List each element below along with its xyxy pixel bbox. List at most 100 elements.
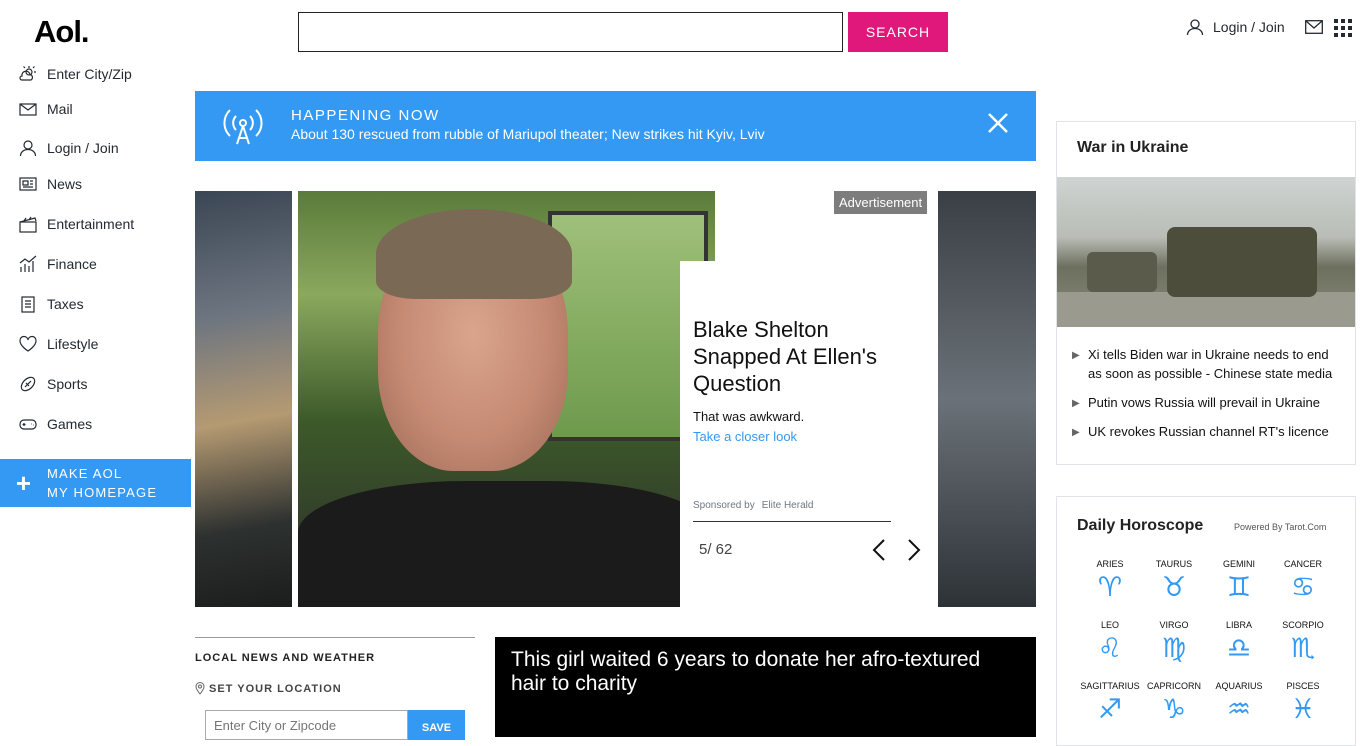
set-location-link[interactable]: SET YOUR LOCATION xyxy=(195,682,342,695)
ukraine-card-title[interactable]: War in Ukraine xyxy=(1077,139,1188,157)
slide-caption-card: Blake Shelton Snapped At Ellen's Questio… xyxy=(680,261,938,607)
previous-slide-image[interactable] xyxy=(195,191,292,607)
scorpio-icon: ♏ xyxy=(1290,633,1316,664)
sidebar-item-taxes[interactable]: Taxes xyxy=(19,293,84,315)
ukraine-headline[interactable]: ▶ Putin vows Russia will prevail in Ukra… xyxy=(1072,393,1343,413)
taurus-icon: ♉ xyxy=(1161,572,1187,603)
sidebar-item-news[interactable]: News xyxy=(19,173,82,195)
banner-headline[interactable]: About 130 rescued from rubble of Mariupo… xyxy=(291,126,765,142)
header-login-link[interactable]: Login / Join xyxy=(1186,18,1285,36)
zodiac-label: GEMINI xyxy=(1222,559,1255,569)
make-homepage-button[interactable]: + MAKE AOL MY HOMEPAGE xyxy=(0,459,191,507)
video-player[interactable]: This girl waited 6 years to donate her a… xyxy=(495,637,1036,737)
sidebar-item-label: Entertainment xyxy=(47,216,135,232)
divider xyxy=(693,521,891,522)
zodiac-cancer[interactable]: CANCER ♋ xyxy=(1269,559,1337,603)
image-road xyxy=(1057,292,1355,327)
news-icon xyxy=(19,177,37,191)
zodiac-label: CANCER xyxy=(1283,559,1322,569)
aries-icon: ♈ xyxy=(1097,572,1123,603)
search-button[interactable]: SEARCH xyxy=(848,12,948,52)
zodiac-libra[interactable]: LIBRA ♎ xyxy=(1205,620,1273,664)
broadcast-icon xyxy=(223,109,263,145)
zodiac-pisces[interactable]: PISCES ♓ xyxy=(1269,681,1337,725)
video-title: This girl waited 6 years to donate her a… xyxy=(511,648,981,695)
slide-counter: 5/ 62 xyxy=(699,541,733,558)
set-location-label: SET YOUR LOCATION xyxy=(209,682,342,695)
image-subject-shirt xyxy=(298,481,715,607)
clapperboard-icon xyxy=(19,216,37,233)
close-icon[interactable] xyxy=(987,112,1009,134)
zodiac-scorpio[interactable]: SCORPIO ♏ xyxy=(1269,620,1337,664)
local-news-title: LOCAL NEWS AND WEATHER xyxy=(195,652,376,664)
horoscope-powered-by[interactable]: Powered By Tarot.Com xyxy=(1234,522,1326,532)
image-subject-hair xyxy=(376,209,572,299)
bullet-triangle-icon: ▶ xyxy=(1072,398,1080,409)
libra-icon: ♎ xyxy=(1226,633,1252,664)
zodiac-virgo[interactable]: VIRGO ♍ xyxy=(1140,620,1208,664)
sidebar-item-label: Mail xyxy=(47,101,73,117)
slide-title[interactable]: Blake Shelton Snapped At Ellen's Questio… xyxy=(693,316,913,397)
sidebar-item-lifestyle[interactable]: Lifestyle xyxy=(19,333,98,355)
sidebar-item-login[interactable]: Login / Join xyxy=(19,137,119,159)
document-icon xyxy=(21,296,35,313)
gamepad-icon xyxy=(19,419,37,430)
slide-image[interactable] xyxy=(298,191,715,607)
bullet-triangle-icon: ▶ xyxy=(1072,427,1080,438)
apps-grid-icon[interactable] xyxy=(1334,19,1352,37)
slide-link[interactable]: Take a closer look xyxy=(693,429,797,444)
capricorn-icon: ♑ xyxy=(1161,694,1187,725)
zodiac-label: AQUARIUS xyxy=(1215,681,1263,691)
chevron-right-icon[interactable] xyxy=(907,538,921,562)
zodiac-label: LEO xyxy=(1100,620,1119,630)
zodiac-label: CAPRICORN xyxy=(1146,681,1201,691)
gemini-icon: ♊ xyxy=(1226,572,1252,603)
sponsor-name[interactable]: Elite Herald xyxy=(762,500,814,511)
ukraine-image[interactable] xyxy=(1057,177,1355,327)
ukraine-headline[interactable]: ▶ UK revokes Russian channel RT's licenc… xyxy=(1072,422,1343,442)
sidebar-item-finance[interactable]: Finance xyxy=(19,253,97,275)
ukraine-headline[interactable]: ▶ Xi tells Biden war in Ukraine needs to… xyxy=(1072,345,1343,383)
sidebar-item-mail[interactable]: Mail xyxy=(19,98,73,120)
zodiac-leo[interactable]: LEO ♌ xyxy=(1076,620,1144,664)
sponsor-line: Sponsored by Elite Herald xyxy=(693,500,813,511)
weather-icon xyxy=(19,66,36,81)
next-slide-image[interactable] xyxy=(938,191,1036,607)
location-pin-icon xyxy=(195,682,205,695)
chevron-left-icon[interactable] xyxy=(872,538,886,562)
header-login-label: Login / Join xyxy=(1213,19,1285,35)
advertisement-tag: Advertisement xyxy=(834,191,928,214)
divider xyxy=(195,637,475,638)
sidebar-item-games[interactable]: Games xyxy=(19,413,92,435)
sidebar-item-entertainment[interactable]: Entertainment xyxy=(19,213,134,235)
football-icon xyxy=(20,376,36,392)
zodiac-sagittarius[interactable]: SAGITTARIUS ♐ xyxy=(1076,681,1144,725)
banner-title: HAPPENING NOW xyxy=(291,107,440,124)
search-input[interactable] xyxy=(298,12,843,52)
mail-icon[interactable] xyxy=(1305,20,1323,34)
zodiac-label: TAURUS xyxy=(1155,559,1193,569)
zodiac-label: ARIES xyxy=(1096,559,1124,569)
zodiac-gemini[interactable]: GEMINI ♊ xyxy=(1205,559,1273,603)
sidebar-item-label: Enter City/Zip xyxy=(47,66,132,82)
zodiac-aries[interactable]: ARIES ♈ xyxy=(1076,559,1144,603)
happening-now-banner[interactable]: HAPPENING NOW About 130 rescued from rub… xyxy=(195,91,1036,161)
chart-icon xyxy=(19,255,37,272)
zodiac-label: LIBRA xyxy=(1225,620,1252,630)
cancer-icon: ♋ xyxy=(1290,572,1316,603)
slideshow: Advertisement Blake Shelton Snapped At E… xyxy=(195,191,1036,607)
make-homepage-line2: MY HOMEPAGE xyxy=(47,485,158,500)
make-homepage-line1: MAKE AOL xyxy=(47,466,123,481)
aol-logo[interactable]: Aol. xyxy=(34,14,90,50)
zodiac-capricorn[interactable]: CAPRICORN ♑ xyxy=(1140,681,1208,725)
make-homepage-label: MAKE AOL MY HOMEPAGE xyxy=(47,464,157,502)
sidebar-item-weather[interactable]: Enter City/Zip xyxy=(19,63,132,85)
zodiac-aquarius[interactable]: AQUARIUS ♒ xyxy=(1205,681,1273,725)
leo-icon: ♌ xyxy=(1097,633,1123,664)
bullet-triangle-icon: ▶ xyxy=(1072,350,1080,361)
virgo-icon: ♍ xyxy=(1161,633,1187,664)
save-location-button[interactable]: SAVE xyxy=(408,710,465,740)
zodiac-taurus[interactable]: TAURUS ♉ xyxy=(1140,559,1208,603)
sidebar-item-sports[interactable]: Sports xyxy=(19,373,87,395)
zipcode-input[interactable] xyxy=(205,710,408,740)
